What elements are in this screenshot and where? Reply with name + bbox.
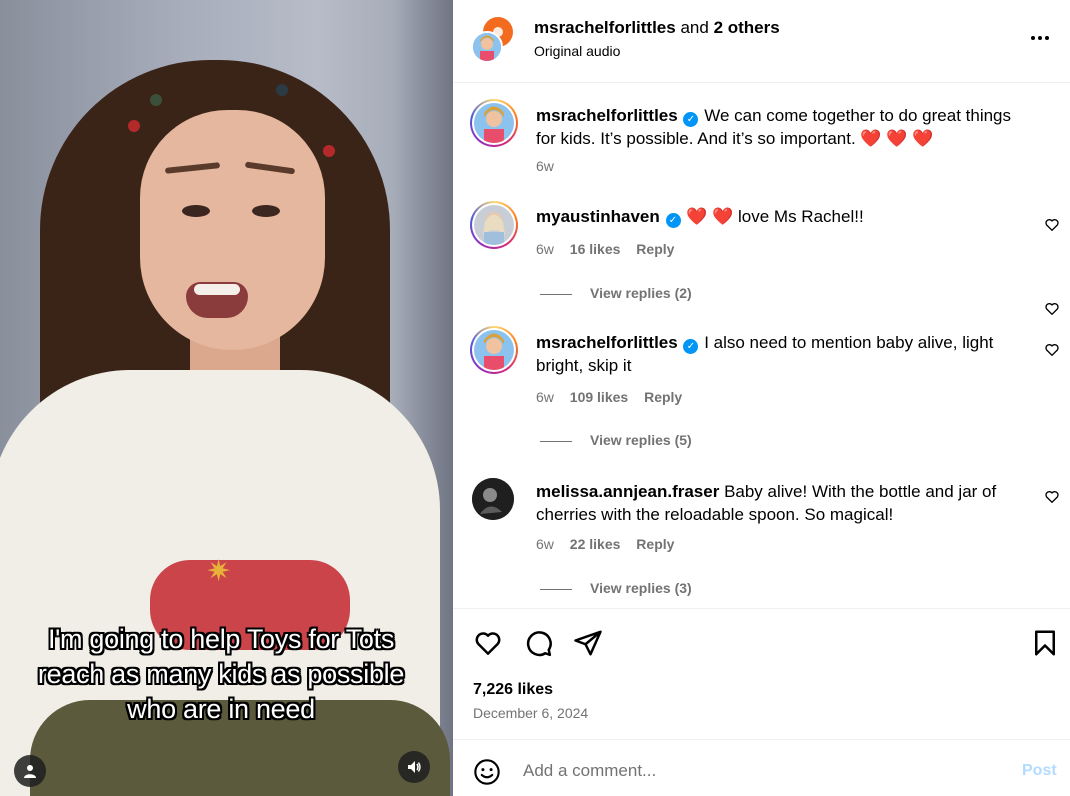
hair-clip [128, 120, 140, 132]
avatar-person-icon [473, 33, 501, 61]
reply-button[interactable]: Reply [636, 536, 674, 552]
star-icon: ✷ [206, 555, 232, 588]
comment-input[interactable] [523, 757, 1003, 785]
user-icon [24, 765, 36, 778]
view-replies-button[interactable]: View replies (3) [540, 580, 692, 596]
video-teeth [194, 284, 240, 295]
comment-like-heart-icon[interactable] [1044, 217, 1060, 233]
post-date[interactable]: December 6, 2024 [473, 705, 588, 721]
video-player[interactable]: ✷ I'm going to help Toys for Tots reach … [0, 0, 453, 796]
view-replies-label: View replies (5) [590, 432, 692, 448]
post-panel: msrachelforlittles and 2 others Original… [453, 0, 1070, 796]
comment-avatar[interactable] [472, 478, 514, 520]
header-and: and [680, 18, 709, 37]
post-button[interactable]: Post [1022, 762, 1057, 780]
comment-like-heart-icon[interactable] [1044, 489, 1060, 505]
comment-username[interactable]: myaustinhaven [536, 207, 660, 226]
caption-time[interactable]: 6w [536, 158, 554, 174]
verified-badge-icon: ✓ [683, 112, 699, 127]
more-dot [1038, 36, 1042, 40]
avatar-ring-inner [472, 203, 516, 247]
comment-likes[interactable]: 22 likes [570, 536, 621, 552]
video-eye [182, 205, 210, 217]
hair-clip [323, 145, 335, 157]
view-replies-label: View replies (3) [590, 580, 692, 596]
comment-time[interactable]: 6w [536, 241, 554, 257]
video-caption: I'm going to help Toys for Tots reach as… [37, 624, 405, 724]
caption-avatar[interactable] [470, 99, 518, 147]
comment-like-heart-icon[interactable] [1044, 301, 1060, 317]
comments-list[interactable]: msrachelforlittles ✓ We can come togethe… [453, 84, 1070, 608]
view-replies-button[interactable]: View replies (5) [540, 432, 692, 448]
comment-like-heart-icon[interactable] [1044, 342, 1060, 358]
caption-username[interactable]: msrachelforlittles [536, 106, 678, 125]
header-title: msrachelforlittles and 2 others [534, 18, 780, 38]
comment-time[interactable]: 6w [536, 536, 554, 552]
replies-line [540, 440, 572, 442]
more-horizontal-icon [1031, 36, 1035, 40]
comment-icon[interactable] [523, 628, 553, 658]
verified-badge-icon: ✓ [665, 213, 681, 228]
avatar-person-icon [474, 205, 514, 245]
send-icon[interactable] [573, 628, 603, 658]
comment-text: melissa.annjean.fraser Baby alive! With … [536, 480, 1026, 526]
comment-meta: 6w 16 likes Reply [536, 241, 674, 257]
volume-icon [408, 761, 421, 773]
comment-username[interactable]: melissa.annjean.fraser [536, 482, 719, 501]
more-options-button[interactable] [1031, 30, 1053, 46]
likes-count[interactable]: 7,226 likes [473, 681, 553, 699]
comment-likes[interactable]: 16 likes [570, 241, 621, 257]
caption-text: msrachelforlittles ✓ We can come togethe… [536, 104, 1026, 150]
post-header: msrachelforlittles and 2 others Original… [453, 0, 1070, 83]
comment-text: msrachelforlittles ✓ I also need to ment… [536, 331, 1026, 377]
mute-button[interactable] [398, 751, 430, 783]
header-username[interactable]: msrachelforlittles [534, 18, 676, 37]
comment-username[interactable]: msrachelforlittles [536, 333, 678, 352]
comment-likes[interactable]: 109 likes [570, 389, 628, 405]
reply-button[interactable]: Reply [644, 389, 682, 405]
avatar-person-icon [474, 330, 514, 370]
avatar-ring-inner [472, 101, 516, 145]
replies-line [540, 588, 572, 590]
comment-meta: 6w 109 likes Reply [536, 389, 682, 405]
video-eye [252, 205, 280, 217]
reply-button[interactable]: Reply [636, 241, 674, 257]
verified-badge-icon: ✓ [683, 339, 699, 354]
avatar-person-icon [472, 478, 514, 520]
comment-meta: 6w 22 likes Reply [536, 536, 674, 552]
hair-clip [150, 94, 162, 106]
post-actions: 7,226 likes December 6, 2024 [453, 608, 1070, 739]
comment-body: ❤️ ❤️ love Ms Rachel!! [686, 207, 864, 226]
replies-line [540, 293, 572, 295]
comment-avatar[interactable] [470, 326, 518, 374]
avatar-ring-inner [472, 328, 516, 372]
bookmark-icon[interactable] [1030, 628, 1060, 658]
view-replies-button[interactable]: View replies (2) [540, 285, 692, 301]
comment-text: myaustinhaven ✓ ❤️ ❤️ love Ms Rachel!! [536, 205, 1026, 228]
tagged-user-button[interactable] [14, 755, 46, 787]
comment-avatar[interactable] [470, 201, 518, 249]
comment-composer: Post [453, 739, 1070, 796]
author-avatar[interactable] [471, 31, 503, 63]
header-others[interactable]: 2 others [714, 18, 780, 37]
more-dot [1045, 36, 1049, 40]
hair-clip [276, 84, 288, 96]
comment-time[interactable]: 6w [536, 389, 554, 405]
avatar-person-icon [474, 103, 514, 143]
view-replies-label: View replies (2) [590, 285, 692, 301]
emoji-icon[interactable] [473, 758, 501, 786]
audio-label[interactable]: Original audio [534, 43, 620, 59]
heart-icon[interactable] [473, 628, 503, 658]
